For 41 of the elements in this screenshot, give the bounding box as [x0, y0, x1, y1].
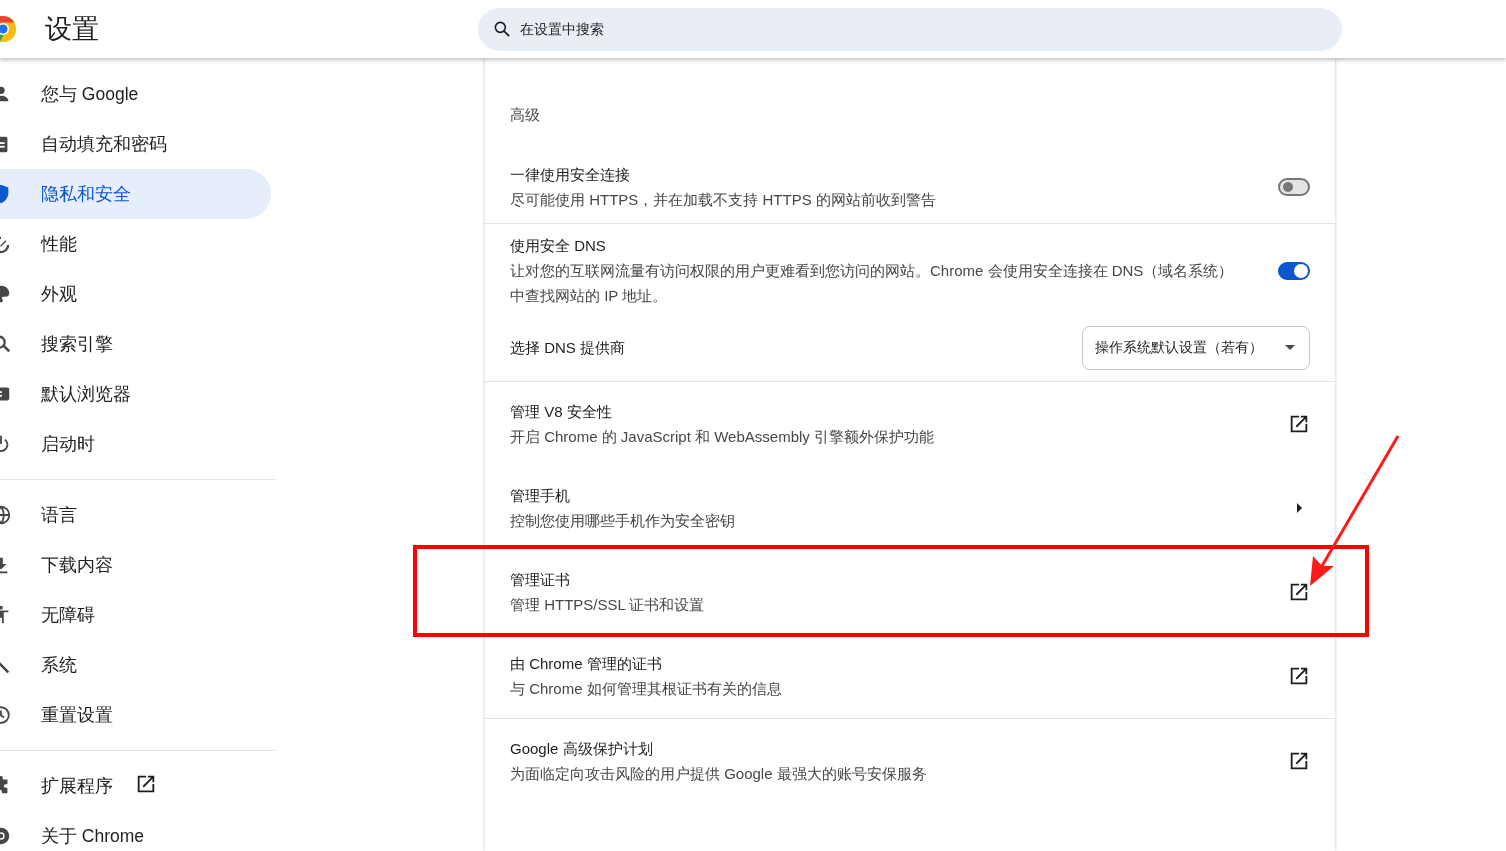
sidebar-item[interactable]: 语言: [0, 490, 271, 540]
sidebar-item[interactable]: 无障碍: [0, 590, 271, 640]
sidebar-item[interactable]: 您与 Google: [0, 69, 271, 119]
setting-title: 管理证书: [510, 569, 571, 590]
external-link-icon[interactable]: [1288, 413, 1310, 435]
external-link-icon[interactable]: [1288, 581, 1310, 603]
toggle-switch[interactable]: [1278, 178, 1310, 196]
caret-icon: [1285, 345, 1295, 351]
sidebar-item[interactable]: 隐私和安全: [0, 169, 271, 219]
sidebar-item[interactable]: 下载内容: [0, 540, 271, 590]
setting-title: 管理 V8 安全性: [510, 401, 613, 422]
external-link-icon[interactable]: [1288, 665, 1310, 687]
setting-title: 一律使用安全连接: [510, 164, 631, 185]
setting-title: 使用安全 DNS: [510, 236, 607, 256]
setting-description: 为面临定向攻击风险的用户提供 Google 最强大的账号安保服务: [510, 763, 928, 784]
sidebar-item[interactable]: 系统: [0, 640, 271, 690]
external-link-icon[interactable]: [1288, 750, 1310, 772]
sidebar-item[interactable]: 默认浏览器: [0, 369, 271, 419]
search-field[interactable]: 在设置中搜索: [478, 7, 1342, 51]
sidebar-item[interactable]: 性能: [0, 219, 271, 269]
sidebar-item[interactable]: 外观: [0, 269, 271, 319]
setting-title: 由 Chrome 管理的证书: [510, 653, 663, 674]
sidebar-item[interactable]: 重置设置: [0, 690, 271, 740]
setting-description: 控制您使用哪些手机作为安全密钥: [510, 510, 736, 531]
setting-title: 选择 DNS 提供商: [510, 338, 626, 358]
setting-description: 管理 HTTPS/SSL 证书和设置: [510, 594, 706, 615]
setting-description: 开启 Chrome 的 JavaScript 和 WebAssembly 引擎额外保护功能: [510, 426, 935, 447]
setting-description: 尽可能使用 HTTPS，并在加载不支持 HTTPS 的网站前收到警告: [510, 189, 937, 210]
toggle-switch[interactable]: [1278, 262, 1310, 280]
sidebar-item[interactable]: 扩展程序: [0, 761, 271, 811]
sidebar-item[interactable]: 启动时: [0, 419, 271, 469]
setting-title: 管理手机: [510, 485, 571, 506]
sidebar-item[interactable]: 搜索引擎: [0, 319, 271, 369]
setting-title: Google 高级保护计划: [510, 738, 654, 759]
dns-provider-dropdown[interactable]: 操作系统默认设置（若有）: [1082, 326, 1310, 370]
setting-description: 让对您的互联网流量有访问权限的用户更难看到您访问的网站。Chrome 会使用安全连接在 DNS（域名系统）中查找网站的 IP 地址。: [510, 261, 1235, 306]
setting-description: 与 Chrome 如何管理其根证书有关的信息: [510, 678, 783, 699]
section-heading: 高级: [509, 105, 541, 125]
sidebar-item[interactable]: 自动填充和密码: [0, 119, 271, 169]
sidebar-item[interactable]: 关于 Chrome: [0, 811, 271, 851]
page-title: 设置: [45, 13, 100, 46]
